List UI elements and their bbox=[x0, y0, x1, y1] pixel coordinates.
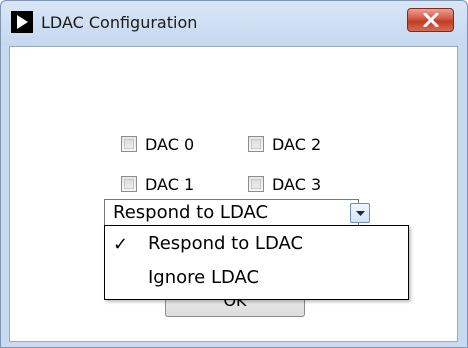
checkbox-box[interactable] bbox=[121, 136, 137, 152]
checkbox-dac-3[interactable]: DAC 3 bbox=[248, 173, 321, 195]
checkbox-label: DAC 0 bbox=[145, 134, 195, 154]
chevron-down-icon bbox=[356, 211, 365, 216]
checkbox-label: DAC 2 bbox=[272, 134, 322, 154]
window-title: LDAC Configuration bbox=[41, 13, 198, 32]
checkmark-icon: ✓ bbox=[113, 234, 129, 255]
checkbox-label: DAC 1 bbox=[145, 174, 195, 194]
play-icon bbox=[11, 11, 33, 33]
ldac-mode-select[interactable]: Respond to LDAC bbox=[104, 199, 370, 225]
checkbox-dac-2[interactable]: DAC 2 bbox=[248, 133, 321, 155]
checkbox-box[interactable] bbox=[121, 176, 137, 192]
checkbox-dac-1[interactable]: DAC 1 bbox=[121, 173, 194, 195]
dropdown-list: ✓ Respond to LDAC Ignore LDAC bbox=[104, 225, 409, 300]
dialog-window: LDAC Configuration DAC 0 DAC 2 DAC 1 DAC… bbox=[0, 0, 468, 348]
checkbox-dac-0[interactable]: DAC 0 bbox=[121, 133, 194, 155]
checkbox-box[interactable] bbox=[248, 136, 264, 152]
checkbox-box[interactable] bbox=[248, 176, 264, 192]
dropdown-button[interactable] bbox=[350, 203, 370, 223]
dropdown-option-ignore[interactable]: Ignore LDAC bbox=[105, 262, 408, 296]
close-button[interactable] bbox=[407, 8, 454, 32]
checkbox-label: DAC 3 bbox=[272, 174, 322, 194]
title-bar[interactable]: LDAC Configuration bbox=[1, 1, 467, 46]
option-label: Ignore LDAC bbox=[148, 267, 260, 288]
option-label: Respond to LDAC bbox=[148, 233, 304, 254]
dropdown-option-respond[interactable]: ✓ Respond to LDAC bbox=[105, 228, 408, 262]
select-value: Respond to LDAC bbox=[113, 202, 269, 223]
close-icon bbox=[423, 13, 439, 27]
